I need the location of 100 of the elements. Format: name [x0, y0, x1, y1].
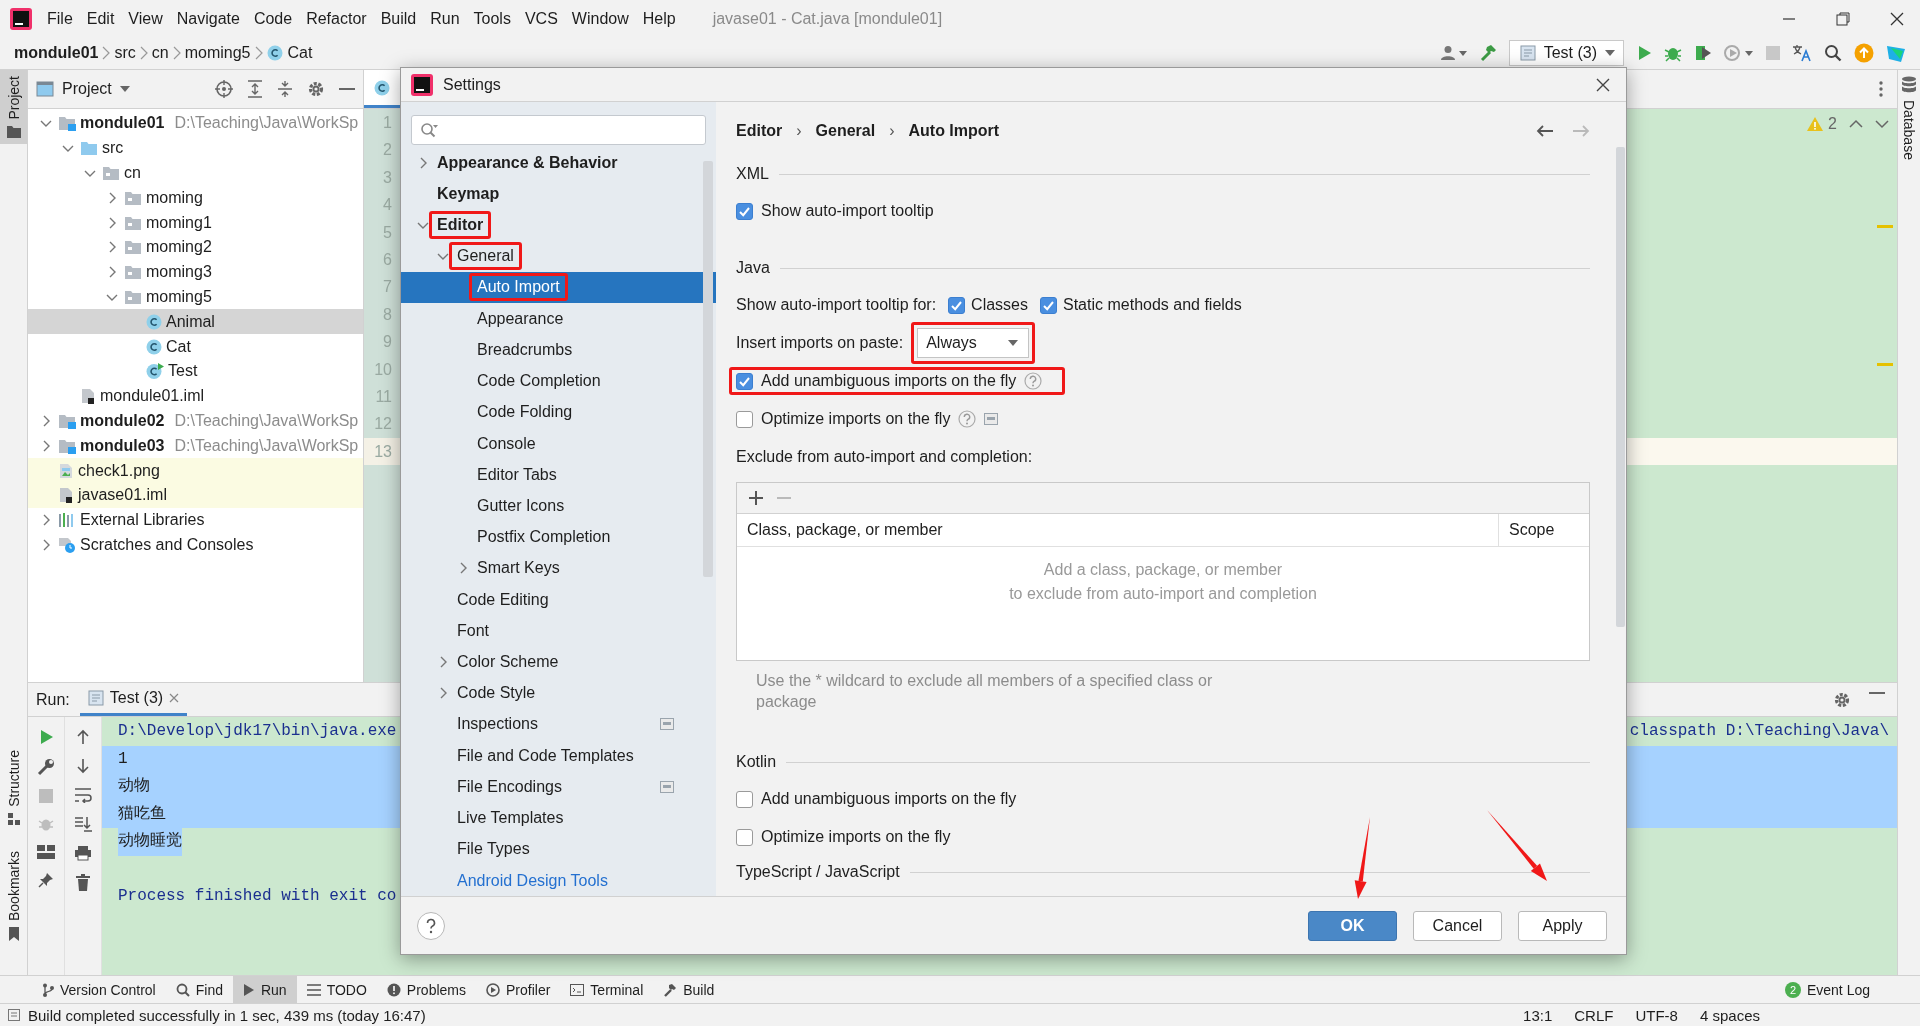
chevron-down-icon[interactable] [1875, 119, 1889, 129]
settings-icon[interactable] [1833, 690, 1851, 709]
checkbox-label[interactable]: Optimize imports on the fly [761, 410, 951, 428]
arrow-down-icon[interactable] [76, 758, 90, 774]
settings-tree-item[interactable]: Code Style [401, 677, 686, 709]
help-icon[interactable] [958, 410, 977, 428]
breadcrumb-item[interactable]: Editor [736, 122, 783, 140]
tool-window-tab[interactable]: Structure [0, 744, 27, 831]
breadcrumb-item[interactable]: src [114, 44, 136, 62]
status-field[interactable]: 4 spaces [1699, 1006, 1760, 1024]
tool-window-button[interactable]: Find [165, 976, 233, 1003]
checkbox[interactable] [736, 372, 753, 390]
menu-item[interactable]: Edit [79, 9, 122, 28]
settings-tree-item[interactable]: Code Folding [401, 396, 686, 428]
settings-tree-item[interactable]: Gutter Icons [401, 490, 686, 522]
settings-tree-item[interactable]: Editor [401, 209, 686, 241]
layout-icon[interactable] [37, 845, 55, 859]
settings-tree-item[interactable]: Code Completion [401, 365, 686, 397]
warning-marker[interactable] [1877, 225, 1893, 228]
settings-tree-item[interactable]: Breadcrumbs [401, 334, 686, 366]
settings-tree-item[interactable]: Font [401, 615, 686, 647]
checkbox[interactable] [736, 202, 753, 220]
warning-marker[interactable] [1877, 363, 1893, 366]
settings-tree-item[interactable]: Smart Keys [401, 552, 686, 584]
tree-item[interactable]: Test [28, 358, 363, 384]
menu-item[interactable]: Build [373, 9, 424, 28]
ok-button[interactable]: OK [1308, 910, 1397, 941]
tree-item[interactable]: moming1 [28, 210, 363, 235]
tree-item[interactable]: javase01.iml [28, 482, 363, 508]
tree-item[interactable]: moming [28, 185, 363, 211]
tool-window-button[interactable]: Terminal [560, 976, 654, 1003]
breadcrumb-item[interactable]: cn [151, 44, 169, 62]
close-icon[interactable] [1890, 11, 1904, 26]
more-icon[interactable] [1879, 81, 1883, 97]
tree-item[interactable]: mondule01 D:\Teaching\Java\WorkSp [28, 111, 363, 136]
tree-item[interactable]: moming5 [28, 284, 363, 310]
chevron-up-icon[interactable] [1849, 119, 1863, 129]
tree-item[interactable]: moming2 [28, 235, 363, 260]
menu-item[interactable]: View [121, 9, 170, 28]
scrollbar[interactable] [703, 161, 713, 577]
settings-tree-item[interactable]: Auto Import [401, 271, 716, 303]
tool-window-button[interactable]: Version Control [32, 976, 166, 1003]
settings-tree-item[interactable]: Code Editing [401, 584, 686, 616]
checkbox[interactable] [948, 296, 966, 314]
status-field[interactable]: UTF-8 [1635, 1006, 1678, 1024]
menu-item[interactable]: File [40, 9, 80, 28]
settings-tree-item[interactable]: General [401, 240, 686, 272]
checkbox[interactable] [736, 410, 753, 428]
breadcrumb-item[interactable]: mondule01 [14, 44, 99, 62]
tree-item[interactable]: check1.png [28, 458, 363, 483]
tree-item[interactable]: External Libraries [28, 507, 363, 533]
menu-item[interactable]: VCS [517, 9, 565, 28]
locate-icon[interactable] [215, 80, 233, 98]
checkbox-label[interactable]: Show auto-import tooltip [761, 202, 934, 220]
tree-item[interactable]: src [28, 135, 363, 161]
run-icon[interactable] [1636, 45, 1652, 61]
collapse-all-icon[interactable] [277, 80, 293, 98]
checkbox-label[interactable]: Add unambiguous imports on the fly [761, 372, 1017, 390]
help-icon[interactable] [1024, 372, 1043, 390]
settings-tree-item[interactable]: Editor Tabs [401, 459, 686, 491]
tool-window-button[interactable]: Run [232, 976, 297, 1003]
help-button[interactable] [417, 911, 445, 940]
breadcrumb-item[interactable]: Auto Import [908, 122, 1000, 140]
settings-tree-item[interactable]: Appearance [401, 303, 686, 335]
settings-tree-item[interactable]: Android Design Tools [401, 864, 686, 897]
settings-tree-item[interactable]: Inspections [401, 708, 686, 741]
arrow-left-icon[interactable] [1536, 124, 1554, 138]
editor-tab[interactable] [364, 70, 400, 108]
menu-item[interactable]: Run [423, 9, 467, 28]
settings-tree-item[interactable]: File Encodings [401, 771, 686, 803]
tree-item[interactable]: moming3 [28, 259, 363, 285]
settings-tree-item[interactable]: File Types [401, 833, 686, 865]
user-icon[interactable] [1440, 45, 1467, 61]
checkbox[interactable] [1040, 296, 1057, 314]
profiler-icon[interactable] [1724, 44, 1754, 62]
app-logo-icon[interactable] [10, 7, 32, 30]
tree-item[interactable]: mondule01.iml [28, 383, 363, 409]
wrench-icon[interactable] [37, 758, 55, 776]
run-config-dropdown[interactable]: Test (3) [1508, 40, 1624, 66]
menu-item[interactable]: Code [246, 9, 300, 28]
menu-item[interactable]: Help [635, 9, 683, 28]
tree-item[interactable]: Cat [28, 334, 363, 359]
print-icon[interactable] [74, 845, 92, 861]
tool-window-tab[interactable]: Project [0, 70, 27, 144]
project-view-dropdown[interactable]: Project [36, 80, 130, 98]
scrollbar[interactable] [1616, 147, 1625, 627]
breadcrumb-item[interactable]: moming5 [184, 44, 251, 62]
tool-window-button[interactable]: Build [653, 976, 725, 1003]
checkbox[interactable] [736, 790, 753, 808]
checkbox[interactable] [736, 828, 753, 846]
tree-item[interactable]: cn [28, 160, 363, 186]
minimize-icon[interactable] [339, 87, 355, 91]
tree-item[interactable]: Animal [28, 309, 363, 335]
tool-window-button[interactable]: TODO [296, 976, 377, 1003]
settings-tree-item[interactable]: File and Code Templates [401, 740, 686, 772]
warning-count[interactable]: 2 [1806, 115, 1837, 133]
breadcrumb-item[interactable]: General [815, 122, 876, 140]
checkbox-label[interactable]: Optimize imports on the fly [761, 828, 951, 846]
rerun-icon[interactable] [38, 729, 54, 745]
checkbox-label[interactable]: Classes [971, 296, 1028, 314]
